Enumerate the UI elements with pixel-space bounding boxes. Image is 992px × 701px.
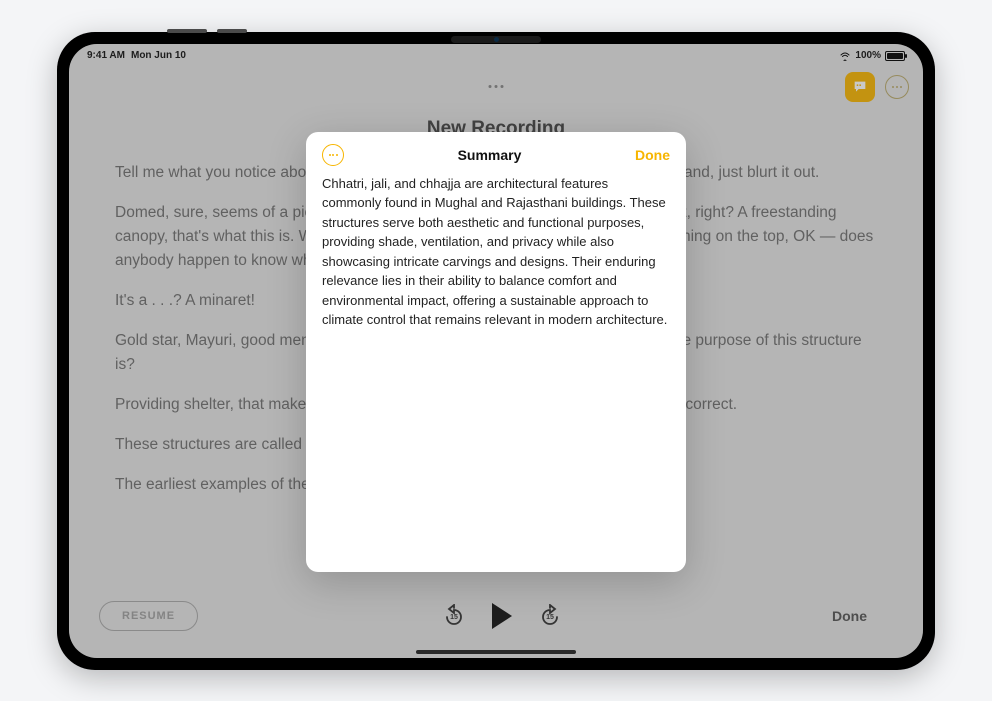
- ipad-frame: 9:41 AM Mon Jun 10 100%: [57, 32, 935, 670]
- hw-volume-button: [167, 29, 207, 33]
- screen: 9:41 AM Mon Jun 10 100%: [69, 44, 923, 658]
- modal-title: Summary: [458, 147, 522, 163]
- modal-done-button[interactable]: Done: [635, 147, 670, 163]
- summary-modal: Summary Done Chhatri, jali, and chhajja …: [306, 132, 686, 572]
- summary-text: Chhatri, jali, and chhajja are architect…: [322, 174, 670, 330]
- modal-more-icon[interactable]: [322, 144, 344, 166]
- camera-notch: [451, 36, 541, 43]
- hw-volume-button: [217, 29, 247, 33]
